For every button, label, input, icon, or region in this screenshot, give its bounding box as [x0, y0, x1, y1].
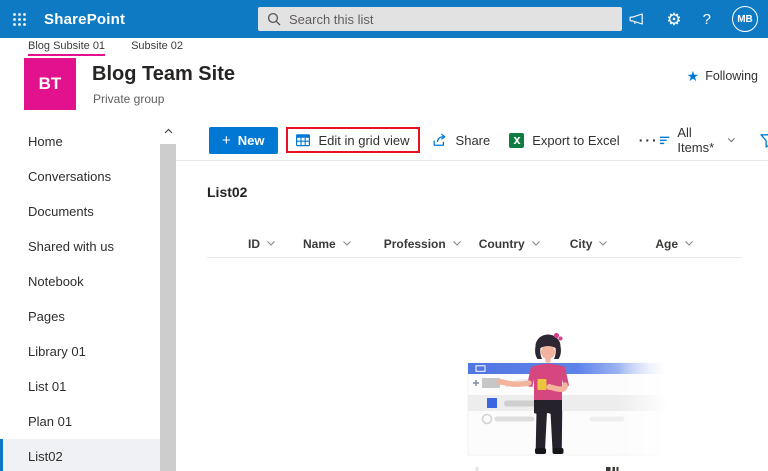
scrollbar-up-arrow-icon[interactable]	[160, 120, 176, 142]
nav-item-shared-with-us[interactable]: Shared with us	[0, 229, 176, 264]
suite-icons: ⚙ ? MB	[628, 0, 758, 38]
scrollbar-thumb[interactable]	[160, 144, 176, 471]
column-header-age[interactable]: Age	[655, 237, 694, 251]
hubnav-item-subsite-02[interactable]: Subsite 02	[131, 40, 183, 54]
new-button[interactable]: + New	[209, 127, 278, 154]
edit-in-grid-view-button-highlighted[interactable]: Edit in grid view	[286, 127, 420, 153]
settings-gear-icon[interactable]: ⚙	[666, 11, 681, 28]
following-star-icon: ★	[687, 69, 700, 83]
main-content: + New Edit in grid view Share	[176, 120, 768, 471]
sharepoint-brand[interactable]: SharePoint	[44, 11, 125, 28]
nav-item-library-01[interactable]: Library 01	[0, 334, 176, 369]
hubnav-item-blog-subsite-01[interactable]: Blog Subsite 01	[28, 40, 105, 54]
empty-list-illustration	[420, 323, 680, 471]
export-to-excel-label: Export to Excel	[532, 133, 619, 148]
nav-scrollbar[interactable]	[160, 120, 176, 471]
site-logo[interactable]: BT	[24, 58, 76, 110]
suite-bar: SharePoint ⚙ ? MB	[0, 0, 768, 38]
nav-item-conversations[interactable]: Conversations	[0, 159, 176, 194]
column-header-id[interactable]: ID	[248, 237, 276, 251]
column-header-city[interactable]: City	[570, 237, 609, 251]
view-selector[interactable]: All Items*	[659, 125, 736, 155]
help-icon[interactable]: ?	[703, 12, 711, 27]
list-header-row: ID Name Profession Country City Age	[207, 230, 742, 258]
nav-item-list02[interactable]: List02	[0, 439, 176, 471]
list-title: List02	[207, 184, 247, 200]
site-privacy-label: Private group	[93, 92, 164, 106]
nav-item-pages[interactable]: Pages	[0, 299, 176, 334]
filter-icon[interactable]	[759, 133, 768, 148]
sharepoint-page: SharePoint ⚙ ? MB Blog Subsite 01 Subsit…	[0, 0, 768, 471]
account-avatar[interactable]: MB	[732, 6, 758, 32]
export-to-excel-button[interactable]: Export to Excel	[509, 133, 619, 148]
view-lines-icon	[659, 134, 671, 147]
site-header: BT Blog Team Site Private group ★ Follow…	[0, 56, 768, 120]
chevron-down-icon	[727, 136, 736, 144]
nav-item-list-01[interactable]: List 01	[0, 369, 176, 404]
command-bar-right: All Items*	[659, 125, 768, 155]
column-header-name[interactable]: Name	[303, 237, 352, 251]
nav-item-documents[interactable]: Documents	[0, 194, 176, 229]
grid-view-icon	[295, 132, 311, 148]
app-launcher-icon[interactable]	[0, 0, 38, 38]
announcements-icon[interactable]	[628, 11, 645, 27]
search-input[interactable]	[289, 12, 589, 27]
share-icon	[431, 132, 448, 148]
command-bar: + New Edit in grid view Share	[176, 120, 768, 161]
column-header-profession[interactable]: Profession	[384, 237, 462, 251]
share-label: Share	[456, 133, 491, 148]
column-header-country[interactable]: Country	[479, 237, 541, 251]
overflow-menu-button[interactable]: ···	[639, 132, 659, 148]
following-label: Following	[705, 69, 758, 83]
excel-icon	[509, 133, 524, 148]
new-button-label: New	[238, 133, 265, 148]
edit-in-grid-view-label: Edit in grid view	[319, 133, 410, 148]
share-button[interactable]: Share	[431, 132, 491, 148]
following-button[interactable]: ★ Following	[687, 69, 758, 83]
site-title[interactable]: Blog Team Site	[92, 63, 235, 86]
nav-item-home[interactable]: Home	[0, 124, 176, 159]
hub-nav: Blog Subsite 01 Subsite 02	[0, 38, 768, 56]
nav-item-plan-01[interactable]: Plan 01	[0, 404, 176, 439]
view-selector-label: All Items*	[677, 125, 720, 155]
plus-icon: +	[222, 133, 231, 148]
search-icon	[267, 12, 281, 26]
nav-item-notebook[interactable]: Notebook	[0, 264, 176, 299]
left-nav: Home Conversations Documents Shared with…	[0, 120, 176, 471]
search-box[interactable]	[258, 7, 622, 31]
